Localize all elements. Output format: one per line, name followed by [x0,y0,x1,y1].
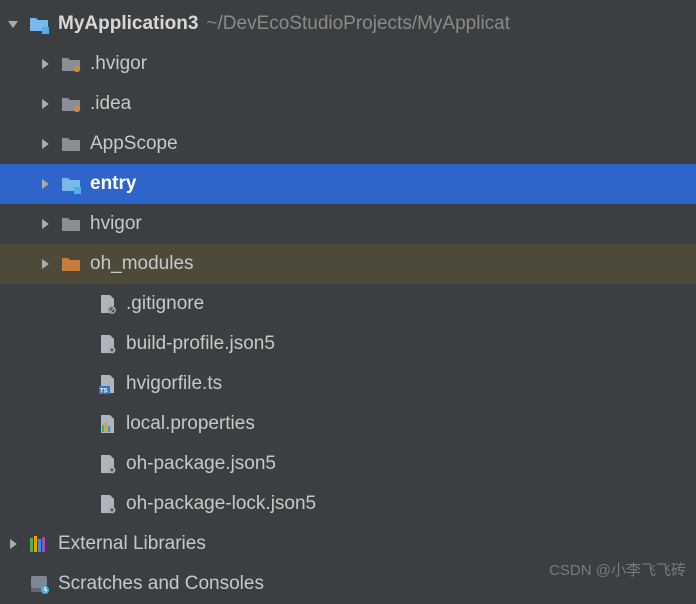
tree-item-label: hvigorfile.ts [126,373,222,395]
external-libraries-row[interactable]: External Libraries [0,524,696,564]
tree-item-label: entry [90,173,136,195]
tree-folder-hvigor-dot[interactable]: .hvigor [0,44,696,84]
file-ignore-icon [96,293,118,315]
library-folder-icon [60,253,82,275]
chevron-down-icon[interactable] [4,15,22,33]
chevron-right-icon[interactable] [36,175,54,193]
tree-file-gitignore[interactable]: .gitignore [0,284,696,324]
folder-icon [60,213,82,235]
tree-folder-idea[interactable]: .idea [0,84,696,124]
properties-icon [96,413,118,435]
chevron-right-icon[interactable] [36,95,54,113]
tree-item-label: oh-package-lock.json5 [126,493,316,515]
chevron-right-icon[interactable] [36,215,54,233]
chevron-right-icon[interactable] [4,535,22,553]
module-icon [28,13,50,35]
tree-file-build-profile[interactable]: build-profile.json5 [0,324,696,364]
tree-module-entry[interactable]: entry [0,164,696,204]
folder-dot-icon [60,53,82,75]
watermark-text: CSDN @小李飞飞砖 [549,559,686,580]
project-root-row[interactable]: MyApplication3 ~/DevEcoStudioProjects/My… [0,4,696,44]
chevron-right-icon[interactable] [36,55,54,73]
json-gear-icon [96,453,118,475]
tree-item-label: build-profile.json5 [126,333,275,355]
scratches-icon [28,573,50,595]
folder-dot-icon [60,93,82,115]
ts-file-icon [96,373,118,395]
tree-item-label: oh-package.json5 [126,453,276,475]
chevron-right-icon[interactable] [36,135,54,153]
tree-item-label: local.properties [126,413,255,435]
tree-folder-appscope[interactable]: AppScope [0,124,696,164]
tree-file-hvigorfile[interactable]: hvigorfile.ts [0,364,696,404]
tree-folder-hvigor[interactable]: hvigor [0,204,696,244]
tree-item-label: External Libraries [58,533,206,555]
json-gear-icon [96,333,118,355]
tree-item-label: hvigor [90,213,142,235]
project-tree[interactable]: MyApplication3 ~/DevEcoStudioProjects/My… [0,0,696,604]
external-libs-icon [28,533,50,555]
tree-item-label: oh_modules [90,253,194,275]
project-name: MyApplication3 [58,13,198,35]
tree-file-oh-package[interactable]: oh-package.json5 [0,444,696,484]
tree-item-label: AppScope [90,133,178,155]
chevron-right-icon[interactable] [36,255,54,273]
tree-file-local-properties[interactable]: local.properties [0,404,696,444]
tree-folder-oh-modules[interactable]: oh_modules [0,244,696,284]
tree-item-label: .gitignore [126,293,204,315]
json-gear-icon [96,493,118,515]
module-icon [60,173,82,195]
tree-item-label: Scratches and Consoles [58,573,264,595]
tree-file-oh-package-lock[interactable]: oh-package-lock.json5 [0,484,696,524]
tree-item-label: .hvigor [90,53,147,75]
project-path: ~/DevEcoStudioProjects/MyApplicat [206,13,510,35]
tree-item-label: .idea [90,93,131,115]
folder-icon [60,133,82,155]
